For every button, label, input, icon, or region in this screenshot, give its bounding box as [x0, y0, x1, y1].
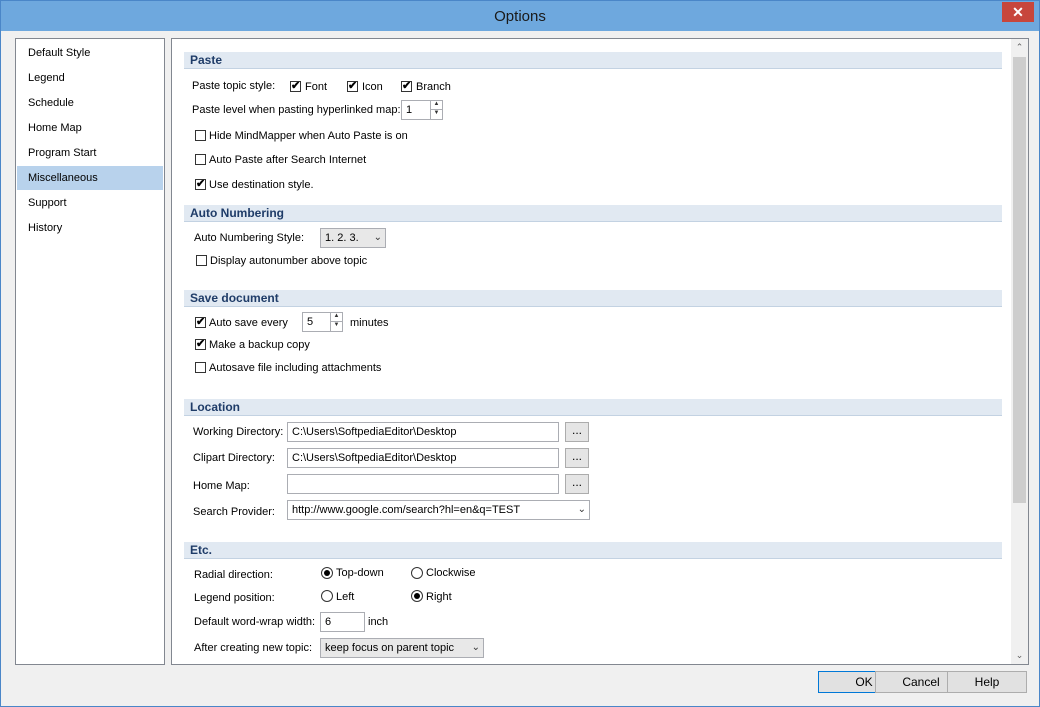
auto-paste-label: Auto Paste after Search Internet — [209, 154, 367, 166]
paste-font-checkbox[interactable]: ✔ — [290, 80, 301, 92]
section-auto-numbering-header: Auto Numbering — [184, 205, 1002, 222]
backup-copy-checkbox[interactable]: ✔ — [195, 338, 206, 350]
word-wrap-width-label: Default word-wrap width: — [194, 616, 316, 628]
search-provider-label: Search Provider: — [193, 506, 275, 518]
auto-save-interval-value: 5 — [307, 316, 314, 328]
options-window: Options ✕ Default Style Legend Schedule … — [0, 0, 1040, 707]
word-wrap-width-input[interactable]: 6 — [320, 612, 365, 632]
auto-numbering-style-label: Auto Numbering Style: — [194, 232, 305, 244]
category-list: Default Style Legend Schedule Home Map P… — [15, 38, 165, 665]
legend-left-label: Left — [336, 591, 355, 603]
clipart-directory-label: Clipart Directory: — [193, 452, 275, 464]
display-autonumber-checkbox[interactable] — [196, 255, 207, 266]
paste-icon-checkbox[interactable]: ✔ — [347, 80, 358, 92]
check-icon: ✔ — [402, 80, 412, 92]
nav-item-legend[interactable]: Legend — [17, 66, 163, 90]
legend-position-label: Legend position: — [194, 592, 275, 604]
home-map-browse-button[interactable]: ... — [565, 474, 589, 494]
destination-style-checkbox[interactable]: ✔ — [195, 178, 206, 190]
paste-font-label: Font — [305, 81, 328, 93]
check-icon: ✔ — [291, 80, 301, 92]
help-button[interactable]: Help — [947, 671, 1027, 693]
after-new-topic-value: keep focus on parent topic — [325, 642, 455, 654]
chevron-down-icon: ⌄ — [577, 504, 586, 515]
clipart-directory-browse-button[interactable]: ... — [565, 448, 589, 468]
clipart-directory-input[interactable]: C:\Users\SoftpediaEditor\Desktop — [287, 448, 559, 468]
word-wrap-unit-label: inch — [368, 616, 389, 628]
working-directory-browse-button[interactable]: ... — [565, 422, 589, 442]
autosave-attachments-label: Autosave file including attachments — [209, 362, 382, 374]
hide-mindmapper-checkbox[interactable] — [195, 130, 206, 141]
auto-paste-checkbox[interactable] — [195, 154, 206, 165]
chevron-down-icon: ⌄ — [373, 232, 382, 243]
paste-branch-checkbox[interactable]: ✔ — [401, 80, 412, 92]
check-icon: ✔ — [196, 178, 206, 190]
display-autonumber-label: Display autonumber above topic — [210, 255, 368, 267]
nav-item-miscellaneous[interactable]: Miscellaneous — [17, 166, 163, 190]
working-directory-input[interactable]: C:\Users\SoftpediaEditor\Desktop — [287, 422, 559, 442]
radial-clockwise-label: Clockwise — [426, 567, 476, 579]
home-map-label: Home Map: — [193, 480, 250, 492]
spin-down-icon[interactable]: ▼ — [431, 109, 442, 118]
search-provider-value: http://www.google.com/search?hl=en&q=TES… — [292, 504, 521, 516]
minutes-label: minutes — [350, 317, 389, 329]
paste-icon-label: Icon — [362, 81, 383, 93]
check-icon: ✔ — [196, 338, 206, 350]
auto-save-spin-buttons[interactable]: ▲ ▼ — [330, 313, 342, 331]
auto-numbering-style-value: 1. 2. 3. — [325, 232, 359, 244]
radio-selected-dot — [414, 593, 420, 599]
nav-item-home-map[interactable]: Home Map — [17, 116, 163, 140]
check-icon: ✔ — [348, 80, 358, 92]
destination-style-label: Use destination style. — [209, 179, 314, 191]
home-map-input[interactable] — [287, 474, 559, 494]
radial-clockwise-radio[interactable] — [411, 567, 423, 579]
check-icon: ✔ — [196, 316, 206, 328]
spin-down-icon[interactable]: ▼ — [331, 321, 342, 330]
legend-left-radio[interactable] — [321, 590, 333, 602]
legend-right-radio[interactable] — [411, 590, 423, 602]
working-directory-label: Working Directory: — [193, 426, 284, 438]
search-provider-dropdown[interactable]: http://www.google.com/search?hl=en&q=TES… — [287, 500, 590, 520]
auto-save-label: Auto save every — [209, 317, 288, 329]
dialog-client: Default Style Legend Schedule Home Map P… — [7, 31, 1033, 699]
close-button[interactable]: ✕ — [1002, 2, 1034, 22]
auto-numbering-style-dropdown[interactable]: 1. 2. 3. ⌄ — [320, 228, 386, 248]
auto-save-checkbox[interactable]: ✔ — [195, 316, 206, 328]
auto-save-interval-spinner[interactable]: 5 ▲ ▼ — [302, 312, 343, 332]
nav-item-schedule[interactable]: Schedule — [17, 91, 163, 115]
window-title: Options — [494, 8, 546, 25]
options-panel: Paste Paste topic style: ✔ Font ✔ Icon ✔… — [171, 38, 1029, 665]
after-new-topic-label: After creating new topic: — [194, 642, 313, 654]
paste-level-spin-buttons[interactable]: ▲ ▼ — [430, 101, 442, 119]
backup-copy-label: Make a backup copy — [209, 339, 310, 351]
paste-level-label: Paste level when pasting hyperlinked map… — [192, 104, 401, 116]
paste-level-value: 1 — [406, 104, 413, 116]
radial-top-down-radio[interactable] — [321, 567, 333, 579]
close-icon: ✕ — [1012, 4, 1024, 20]
paste-topic-style-label: Paste topic style: — [192, 80, 276, 92]
title-bar[interactable]: Options ✕ — [1, 1, 1039, 31]
paste-branch-label: Branch — [416, 81, 451, 93]
paste-level-spinner[interactable]: 1 ▲ ▼ — [401, 100, 443, 120]
section-etc-header: Etc. — [184, 542, 1002, 559]
nav-item-program-start[interactable]: Program Start — [17, 141, 163, 165]
nav-item-support[interactable]: Support — [17, 191, 163, 215]
scroll-down-icon[interactable]: ⌄ — [1011, 647, 1028, 664]
nav-item-default-style[interactable]: Default Style — [17, 41, 163, 65]
radial-direction-label: Radial direction: — [194, 569, 273, 581]
nav-item-history[interactable]: History — [17, 216, 163, 240]
chevron-down-icon: ⌄ — [471, 642, 480, 653]
scrollbar-thumb[interactable] — [1013, 57, 1026, 503]
radio-selected-dot — [324, 570, 330, 576]
legend-right-label: Right — [426, 591, 452, 603]
section-save-document-header: Save document — [184, 290, 1002, 307]
section-paste-header: Paste — [184, 52, 1002, 69]
scroll-up-icon[interactable]: ⌃ — [1011, 39, 1028, 56]
radial-top-down-label: Top-down — [336, 567, 384, 579]
after-new-topic-dropdown[interactable]: keep focus on parent topic ⌄ — [320, 638, 484, 658]
hide-mindmapper-label: Hide MindMapper when Auto Paste is on — [209, 130, 408, 142]
section-location-header: Location — [184, 399, 1002, 416]
autosave-attachments-checkbox[interactable] — [195, 362, 206, 373]
panel-scrollbar[interactable]: ⌃ ⌄ — [1011, 39, 1028, 664]
